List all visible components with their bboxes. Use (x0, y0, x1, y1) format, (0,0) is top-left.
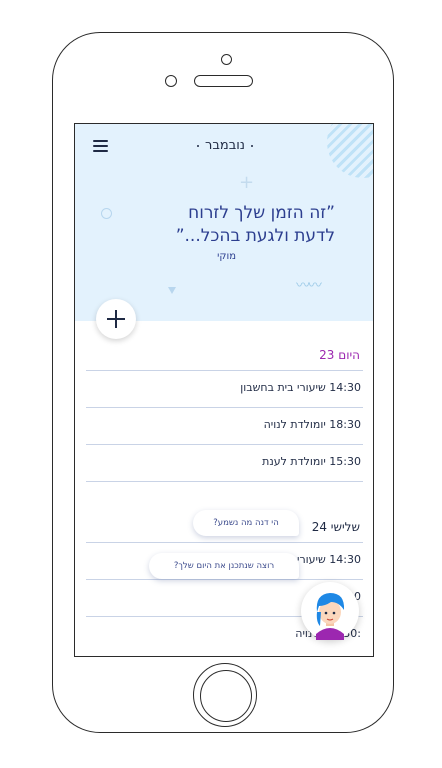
day-header-tuesday: שלישי 24 (311, 520, 360, 534)
assistant-avatar-button[interactable] (301, 582, 359, 640)
quote-line-2: לדעת ולגעת בהכל...” (175, 226, 335, 246)
earpiece-speaker (194, 75, 253, 87)
quote-author: מוקי (217, 251, 236, 262)
divider (86, 481, 363, 482)
quote-line-1: ”זה הזמן שלך לזרוח (188, 203, 335, 223)
assistant-avatar-icon (316, 593, 345, 640)
quote-hero: + 〰〰 נובמבר ”זה הזמן שלך לזרוח לדעת ולגע… (75, 124, 373, 321)
month-prev-dot (250, 144, 253, 147)
plus-icon-vertical (115, 310, 117, 328)
chat-bubble-plan-day[interactable]: רוצה שנתכנן את היום שלך? (149, 553, 299, 579)
event-row[interactable]: 14:30 שיעורי ב (86, 542, 363, 566)
event-row[interactable]: 14:30 שיעורי בית בחשבון (86, 370, 363, 394)
add-event-button[interactable] (96, 299, 136, 339)
event-text: 18:30 יומולדת לנויה (263, 418, 361, 431)
app-screen: + 〰〰 נובמבר ”זה הזמן שלך לזרוח לדעת ולגע… (74, 123, 374, 657)
month-next-dot (197, 144, 200, 147)
event-row[interactable]: 30 לנויה (86, 579, 363, 603)
month-label: נובמבר (205, 138, 245, 153)
decor-wave: 〰〰 (296, 278, 322, 294)
event-text: 15:30 יומולדת לענת (262, 455, 361, 468)
day-header-today: היום 23 (319, 348, 360, 362)
event-text: 14:30 שיעורי בית בחשבון (240, 381, 361, 394)
month-selector[interactable]: נובמבר (75, 138, 373, 153)
chat-bubble-greeting[interactable]: הי דנה מה נשמע? (193, 510, 299, 536)
decor-plus-icon: + (239, 172, 255, 193)
front-camera (221, 54, 232, 65)
home-button-inner (200, 670, 252, 722)
event-row[interactable]: 18:30 יומולדת לנויה (86, 407, 363, 431)
proximity-sensor (165, 75, 177, 87)
daily-quote: ”זה הזמן שלך לזרוח לדעת ולגעת בהכל...” (105, 202, 335, 248)
event-row[interactable]: 15:30 יומולדת לענת (86, 444, 363, 468)
decor-triangle (168, 287, 176, 294)
